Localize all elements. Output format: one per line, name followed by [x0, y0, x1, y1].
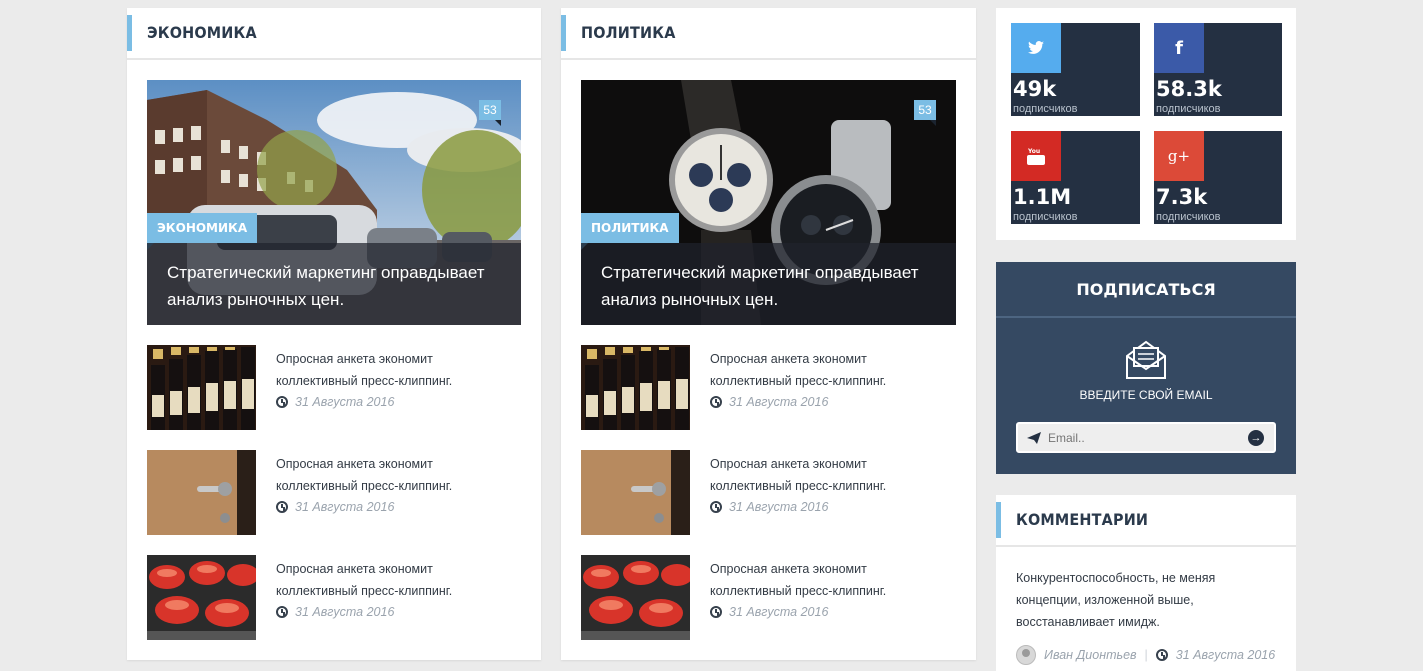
list-item-meta: 31 Августа 2016 [710, 500, 828, 514]
subscribe-prompt: ВВЕДИТЕ СВОЙ EMAIL [1079, 388, 1213, 402]
list-item-meta: 31 Августа 2016 [710, 605, 828, 619]
clock-icon [276, 606, 288, 618]
list-item-date: 31 Августа 2016 [729, 395, 829, 409]
politics-panel: ПОЛИТИКА 53 ПОЛИТИКА Стратегический марк… [561, 8, 976, 660]
twitter-tile[interactable]: 49k подписчиков [1011, 23, 1140, 116]
comments-widget: КОММЕНТАРИИ Конкурентоспособность, не ме… [996, 495, 1296, 671]
feature-headline[interactable]: Стратегический маркетинг оправдывает ана… [147, 243, 521, 325]
cookware-thumbnail [147, 555, 256, 640]
clock-icon [710, 396, 722, 408]
facebook-label: подписчиков [1156, 103, 1221, 115]
facebook-tile[interactable]: f 58.3k подписчиков [1154, 23, 1282, 116]
clock-icon [276, 396, 288, 408]
comment-text[interactable]: Конкурентоспособность, не меняя концепци… [1016, 567, 1266, 633]
header-accent-bar [127, 15, 132, 51]
social-counters: 49k подписчиков f 58.3k подписчиков You … [996, 8, 1296, 240]
list-item-date: 31 Августа 2016 [295, 395, 395, 409]
economy-feature-card[interactable]: 53 ЭКОНОМИКА Стратегический маркетинг оп… [147, 80, 521, 325]
youtube-label: подписчиков [1013, 211, 1078, 223]
list-item-date: 31 Августа 2016 [295, 500, 395, 514]
twitter-count: 49k [1013, 77, 1057, 101]
svg-text:You: You [1027, 148, 1040, 155]
twitter-label: подписчиков [1013, 103, 1078, 115]
youtube-count: 1.1M [1013, 185, 1072, 209]
list-item[interactable]: Опросная анкета экономит коллективный пр… [147, 345, 527, 430]
bottles-thumbnail [147, 345, 256, 430]
comment-date: 31 Августа 2016 [1175, 648, 1276, 662]
door-handle-thumbnail [147, 450, 256, 535]
cookware-thumbnail [581, 555, 690, 640]
comment-count-badge[interactable]: 53 [914, 100, 936, 126]
twitter-icon [1011, 23, 1061, 73]
category-label[interactable]: ЭКОНОМИКА [147, 213, 258, 250]
clock-icon [710, 606, 722, 618]
google-plus-label: подписчиков [1156, 211, 1221, 223]
clock-icon [1155, 649, 1168, 661]
avatar[interactable] [1016, 645, 1036, 665]
feature-headline[interactable]: Стратегический маркетинг оправдывает ана… [581, 243, 956, 325]
economy-header: ЭКОНОМИКА [127, 8, 541, 60]
category-label[interactable]: ПОЛИТИКА [581, 213, 679, 250]
google-plus-count: 7.3k [1156, 185, 1208, 209]
facebook-icon: f [1154, 23, 1204, 73]
list-item-title[interactable]: Опросная анкета экономит коллективный пр… [710, 558, 950, 602]
clock-icon [276, 501, 288, 513]
comment-count-badge[interactable]: 53 [479, 100, 501, 126]
submit-arrow-icon[interactable]: → [1248, 430, 1264, 446]
list-item-meta: 31 Августа 2016 [276, 395, 394, 409]
subscribe-widget: ПОДПИСАТЬСЯ ВВЕДИТЕ СВОЙ EMAIL → [996, 262, 1296, 474]
list-item[interactable]: Опросная анкета экономит коллективный пр… [581, 555, 961, 640]
list-item-title[interactable]: Опросная анкета экономит коллективный пр… [710, 453, 950, 497]
header-accent-bar [996, 502, 1001, 538]
list-item-title[interactable]: Опросная анкета экономит коллективный пр… [276, 453, 516, 497]
comment-author[interactable]: Иван Дионтьев [1044, 648, 1137, 662]
youtube-icon: You [1011, 131, 1061, 181]
list-item-meta: 31 Августа 2016 [276, 500, 394, 514]
politics-feature-card[interactable]: 53 ПОЛИТИКА Стратегический маркетинг опр… [581, 80, 956, 325]
header-accent-bar [561, 15, 566, 51]
google-plus-icon: g+ [1154, 131, 1204, 181]
list-item[interactable]: Опросная анкета экономит коллективный пр… [147, 450, 527, 535]
comments-title[interactable]: КОММЕНТАРИИ [1016, 510, 1148, 529]
list-item-date: 31 Августа 2016 [729, 605, 829, 619]
list-item-meta: 31 Августа 2016 [276, 605, 394, 619]
list-item-title[interactable]: Опросная анкета экономит коллективный пр… [276, 348, 516, 392]
paper-plane-icon [1027, 432, 1041, 444]
bottles-thumbnail [581, 345, 690, 430]
youtube-tile[interactable]: You 1.1M подписчиков [1011, 131, 1140, 224]
google-plus-tile[interactable]: g+ 7.3k подписчиков [1154, 131, 1282, 224]
politics-header: ПОЛИТИКА [561, 8, 976, 60]
economy-panel: ЭКОНОМИКА 53 ЭКОНОМИКА Стратегический ма… [127, 8, 541, 660]
door-handle-thumbnail [581, 450, 690, 535]
list-item-date: 31 Августа 2016 [295, 605, 395, 619]
email-input[interactable] [1048, 428, 1238, 448]
envelope-icon [1126, 340, 1166, 379]
list-item[interactable]: Опросная анкета экономит коллективный пр… [147, 555, 527, 640]
list-item-date: 31 Августа 2016 [729, 500, 829, 514]
email-field-wrapper: → [1016, 422, 1276, 453]
comment-meta: Иван Дионтьев | 31 Августа 2016 [1016, 645, 1275, 665]
list-item-meta: 31 Августа 2016 [710, 395, 828, 409]
economy-title[interactable]: ЭКОНОМИКА [147, 23, 257, 42]
clock-icon [710, 501, 722, 513]
list-item[interactable]: Опросная анкета экономит коллективный пр… [581, 450, 961, 535]
meta-separator: | [1144, 648, 1148, 662]
subscribe-title: ПОДПИСАТЬСЯ [996, 262, 1296, 318]
comments-header: КОММЕНТАРИИ [996, 495, 1296, 547]
facebook-count: 58.3k [1156, 77, 1222, 101]
list-item-title[interactable]: Опросная анкета экономит коллективный пр… [710, 348, 950, 392]
list-item-title[interactable]: Опросная анкета экономит коллективный пр… [276, 558, 516, 602]
list-item[interactable]: Опросная анкета экономит коллективный пр… [581, 345, 961, 430]
politics-title[interactable]: ПОЛИТИКА [581, 23, 676, 42]
